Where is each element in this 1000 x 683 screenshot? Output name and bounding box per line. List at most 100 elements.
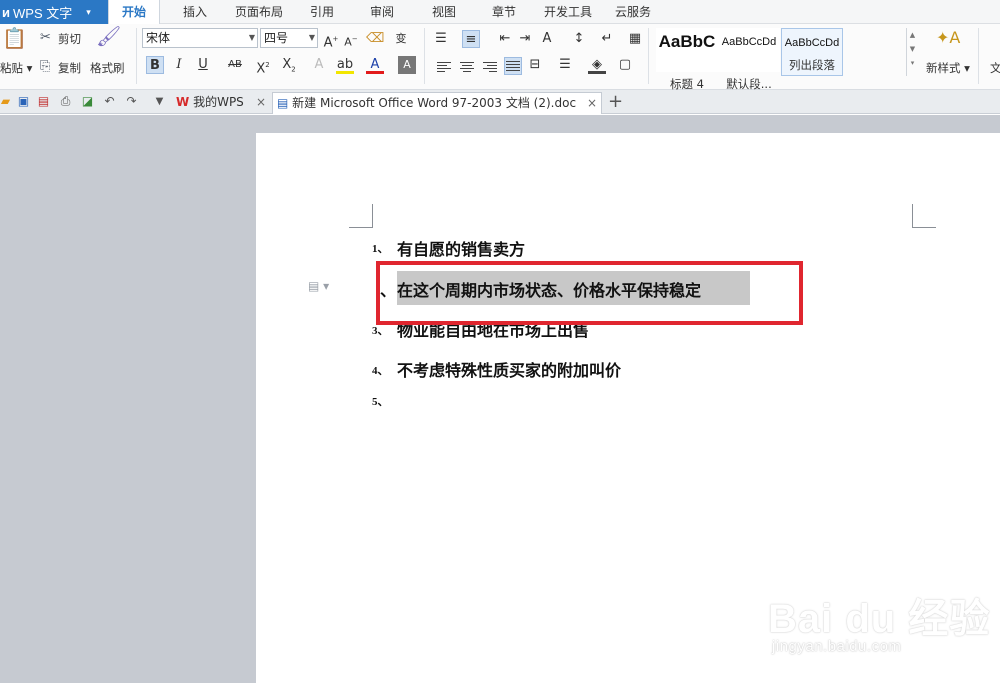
print-icon[interactable]: ⎙: [58, 94, 73, 109]
bullets-icon[interactable]: ☰: [432, 30, 450, 48]
style-preview: AaBbCcDd: [721, 36, 777, 48]
shrink-font-icon[interactable]: A−: [342, 30, 360, 49]
ribbon: 📋 粘贴 ▾ ✂ 剪切 ⎘ 复制 🖌 格式刷 宋体 ▼ 四号 ▼ A+ A− ⌫ 变…: [0, 24, 1000, 91]
chevron-down-icon: ▼: [248, 33, 255, 42]
save-icon[interactable]: ▣: [16, 94, 31, 109]
tab-my-wps[interactable]: W 我的WPS ×: [172, 92, 268, 114]
list-number: 5、: [372, 396, 389, 408]
font-name-select[interactable]: 宋体 ▼: [142, 28, 258, 48]
tab-view[interactable]: 视图: [424, 0, 464, 24]
align-left-icon[interactable]: [437, 60, 453, 74]
export-pdf-icon[interactable]: ▤: [36, 94, 51, 109]
increase-indent-icon[interactable]: ⇥: [516, 30, 534, 48]
paste-button[interactable]: 粘贴 ▾: [0, 60, 32, 76]
copy-button[interactable]: 复制: [58, 60, 81, 76]
justify-icon[interactable]: [504, 57, 522, 75]
wps-logo-icon: ᴎ: [2, 4, 10, 20]
borders-icon[interactable]: ▢: [616, 56, 634, 74]
tab-references[interactable]: 引用: [302, 0, 342, 24]
chevron-down-icon: ▼: [909, 45, 916, 53]
customize-toolbar-icon[interactable]: ▼: [152, 94, 167, 109]
baidu-watermark: Bai du 经验 jingyan.baidu.com: [758, 574, 998, 674]
chevron-down-icon: ▾: [86, 6, 91, 17]
list-item-text[interactable]: 不考虑特殊性质买家的附加叫价: [397, 357, 621, 381]
open-folder-icon[interactable]: ▰: [0, 94, 13, 109]
list-number: 1、: [372, 243, 389, 255]
tab-insert[interactable]: 插入: [172, 0, 218, 24]
phonetic-guide-icon[interactable]: 变: [392, 30, 410, 48]
font-color-icon[interactable]: A: [366, 56, 384, 74]
new-style-button[interactable]: 新样式 ▾: [926, 60, 970, 76]
chevron-up-icon: ▲: [909, 31, 916, 39]
expand-icon: ▾: [910, 59, 915, 67]
redo-icon[interactable]: ↷: [124, 94, 139, 109]
tab-chapter[interactable]: 章节: [484, 0, 524, 24]
align-right-icon[interactable]: [483, 60, 499, 74]
show-marks-icon[interactable]: ↵: [598, 30, 616, 48]
print-preview-icon[interactable]: ◪: [80, 94, 95, 109]
cut-button[interactable]: 剪切: [58, 31, 81, 47]
font-name-value: 宋体: [146, 31, 171, 45]
margin-corner-left: [349, 204, 373, 228]
wps-logo-icon: W: [176, 95, 190, 109]
margin-corner-right: [912, 204, 936, 228]
list-number: 4、: [372, 365, 389, 377]
superscript-icon[interactable]: X2: [254, 56, 272, 76]
new-tab-button[interactable]: +: [608, 92, 623, 112]
format-painter-icon[interactable]: 🖌: [96, 26, 121, 52]
undo-icon[interactable]: ↶: [102, 94, 117, 109]
doc-tab-label: 新建 Microsoft Office Word 97-2003 文档 (2).…: [292, 96, 577, 110]
find-button-label[interactable]: 文: [990, 60, 1000, 76]
style-preview: AaBbCcDd: [784, 37, 840, 49]
close-icon[interactable]: ×: [256, 92, 266, 112]
style-list-paragraph[interactable]: AaBbCcDd 列出段落: [781, 28, 843, 76]
ribbon-divider: [136, 28, 137, 84]
shading-icon[interactable]: ◈: [588, 56, 606, 74]
text-effect-icon[interactable]: A: [310, 56, 328, 74]
style-preview: AaBbC: [658, 32, 716, 51]
tab-review[interactable]: 审阅: [362, 0, 402, 24]
strikethrough-icon[interactable]: AB: [224, 56, 246, 74]
distributed-align-icon[interactable]: ⊟: [526, 56, 544, 74]
tab-home[interactable]: 开始: [108, 0, 160, 25]
tab-page-layout[interactable]: 页面布局: [228, 0, 290, 24]
underline-icon[interactable]: U: [194, 56, 212, 74]
style-label: 列出段落: [789, 58, 835, 72]
ribbon-divider: [648, 28, 649, 84]
character-shading-icon[interactable]: A: [398, 56, 416, 74]
copy-icon[interactable]: ⎘: [40, 59, 50, 75]
paste-label: 粘贴: [0, 61, 23, 75]
format-painter-button[interactable]: 格式刷: [90, 60, 125, 76]
chevron-down-icon: ▼: [308, 33, 315, 42]
paragraph-handle-icon[interactable]: ▤ ▾: [308, 279, 329, 293]
list-item-text[interactable]: 有自愿的销售卖方: [397, 236, 525, 260]
tab-developer[interactable]: 开发工具: [536, 0, 600, 24]
decrease-indent-icon[interactable]: ⇤: [496, 30, 514, 48]
highlight-color-icon[interactable]: ab: [336, 56, 354, 74]
tab-cloud[interactable]: 云服务: [608, 0, 658, 24]
style-default-paragraph[interactable]: AaBbCcDd 默认段...: [718, 28, 780, 91]
paste-icon[interactable]: 📋: [2, 28, 27, 54]
numbering-icon[interactable]: ≡: [462, 30, 480, 48]
chinese-layout-icon[interactable]: A: [538, 30, 556, 48]
watermark-url: jingyan.baidu.com: [772, 638, 902, 655]
style-heading-4[interactable]: AaBbC 标题 4: [656, 28, 718, 91]
align-center-icon[interactable]: [460, 60, 476, 74]
app-menu-button[interactable]: ᴎ WPS 文字 ▾: [0, 0, 108, 24]
close-icon[interactable]: ×: [587, 93, 597, 113]
tab-current-document[interactable]: ▤ 新建 Microsoft Office Word 97-2003 文档 (2…: [272, 92, 602, 114]
grow-font-icon[interactable]: A+: [322, 30, 340, 50]
italic-icon[interactable]: I: [170, 56, 188, 74]
clear-format-icon[interactable]: ⌫: [366, 30, 384, 48]
subscript-icon[interactable]: X2: [280, 56, 298, 74]
new-style-icon[interactable]: ✦A: [936, 30, 960, 46]
ribbon-divider: [978, 28, 979, 84]
table-icon[interactable]: ▦: [626, 30, 644, 48]
sort-icon[interactable]: ↕: [570, 30, 588, 48]
line-spacing-icon[interactable]: ☰: [556, 56, 574, 74]
bold-icon[interactable]: B: [146, 56, 164, 74]
app-title: WPS 文字: [13, 5, 73, 21]
scissors-icon[interactable]: ✂: [40, 30, 51, 46]
styles-scrollbar[interactable]: ▲ ▼ ▾: [906, 28, 918, 76]
font-size-select[interactable]: 四号 ▼: [260, 28, 318, 48]
